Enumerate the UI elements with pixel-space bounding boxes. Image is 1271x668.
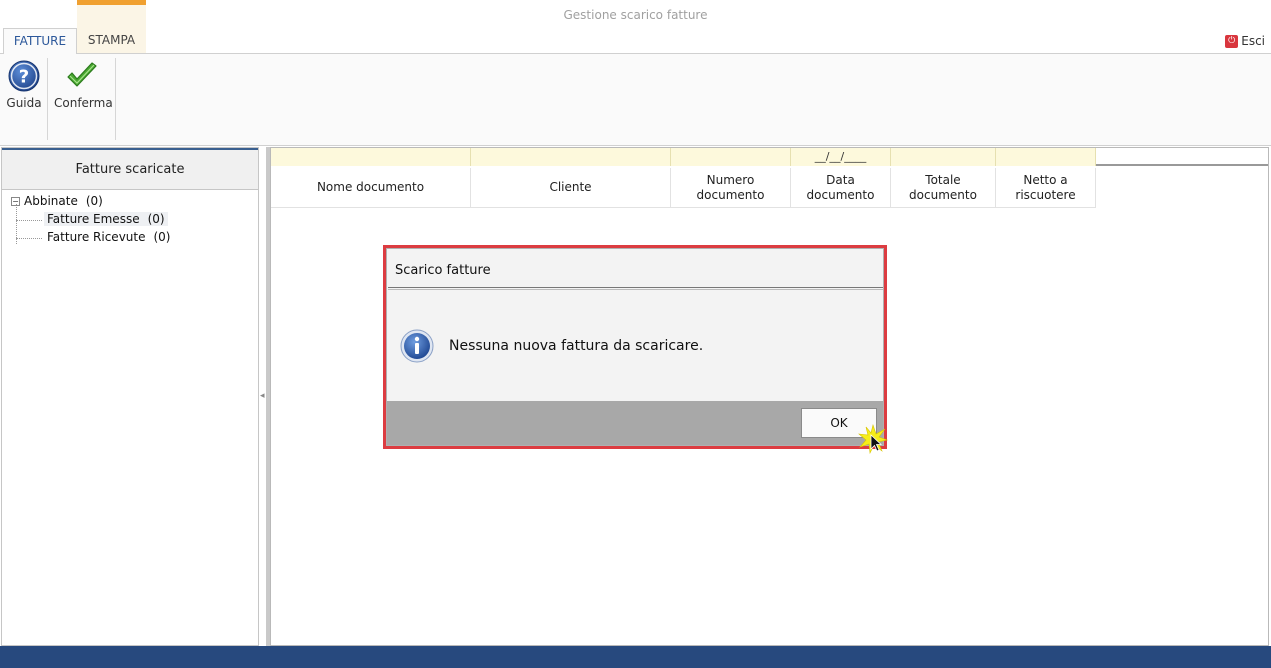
column-header-netto-a-riscuotere[interactable]: Netto a riscuotere — [996, 168, 1096, 208]
tree-connector — [16, 238, 42, 239]
column-header-totale-documento[interactable]: Totale documento — [891, 168, 996, 208]
tree-node-label: Fatture Ricevute — [47, 230, 146, 244]
tab-stampa[interactable]: STAMPA — [77, 28, 146, 53]
tree-node-label: Fatture Emesse — [47, 212, 140, 226]
dialog-title: Scarico fatture — [395, 263, 491, 278]
window-title: Gestione scarico fatture — [563, 8, 708, 22]
column-header-numero-documento[interactable]: Numero documento — [671, 168, 791, 208]
svg-text:?: ? — [19, 67, 29, 88]
help-icon: ? — [8, 60, 40, 92]
tree-node-abbinate[interactable]: − Abbinate (0) — [11, 194, 103, 208]
info-icon — [400, 329, 434, 363]
exit-button[interactable]: ⏻ Esci — [1225, 33, 1265, 49]
ribbon-separator — [47, 58, 48, 140]
tree-node-count: (0) — [153, 230, 171, 244]
guida-button[interactable]: ? Guida — [6, 60, 42, 110]
exit-label: Esci — [1241, 34, 1265, 48]
tree-node-count: (0) — [147, 212, 165, 226]
left-panel: Fatture scaricate − Abbinate (0) Fatture E… — [1, 147, 259, 646]
ribbon-separator — [115, 58, 116, 140]
column-header-nome-documento[interactable]: Nome documento — [271, 168, 471, 208]
tab-fatture[interactable]: FATTURE — [3, 28, 77, 54]
tree-node-fatture-ricevute[interactable]: Fatture Ricevute (0) — [44, 230, 173, 244]
panel-splitter[interactable]: ◂ — [259, 147, 270, 646]
filter-row: __/__/____ — [271, 148, 1268, 166]
tree-connector — [16, 220, 42, 221]
tree-node-count: (0) — [85, 194, 103, 208]
filter-cell-data[interactable]: __/__/____ — [791, 148, 891, 166]
ribbon-toolbar: ? Guida Conferma — [0, 53, 1271, 146]
left-panel-title: Fatture scaricate — [2, 148, 258, 190]
filter-cell-cliente[interactable] — [471, 148, 671, 166]
column-header-data-documento[interactable]: Data documento — [791, 168, 891, 208]
filter-cell-numero[interactable] — [671, 148, 791, 166]
filter-cell-netto[interactable] — [996, 148, 1096, 166]
dialog-frame: Scarico fatture Nessuna nuova fattura da… — [386, 248, 884, 446]
column-header-cliente[interactable]: Cliente — [471, 168, 671, 208]
power-icon: ⏻ — [1225, 34, 1239, 48]
status-bar — [0, 646, 1271, 668]
conferma-button[interactable]: Conferma — [54, 60, 113, 110]
conferma-label: Conferma — [54, 96, 113, 110]
dialog-title-separator — [388, 287, 883, 290]
checkmark-icon — [67, 62, 97, 87]
collapse-icon[interactable]: − — [11, 197, 20, 206]
filter-cell-totale[interactable] — [891, 148, 996, 166]
dialog-message: Nessuna nuova fattura da scaricare. — [449, 338, 704, 354]
tree-node-fatture-emesse[interactable]: Fatture Emesse (0) — [44, 212, 168, 226]
column-header-row: Nome documento Cliente Numero documento … — [271, 168, 1097, 208]
message-dialog: Scarico fatture Nessuna nuova fattura da… — [383, 245, 887, 449]
title-bar: Gestione scarico fatture — [0, 0, 1271, 28]
tree-node-label: Abbinate — [24, 194, 78, 208]
app-window: Gestione scarico fatture FATTURE STAMPA … — [0, 0, 1271, 668]
click-indicator-icon — [858, 424, 888, 454]
filter-cell-nome[interactable] — [271, 148, 471, 166]
guida-label: Guida — [6, 96, 42, 110]
collapse-arrow-icon[interactable]: ◂ — [260, 387, 265, 405]
dialog-footer: OK — [387, 401, 883, 445]
